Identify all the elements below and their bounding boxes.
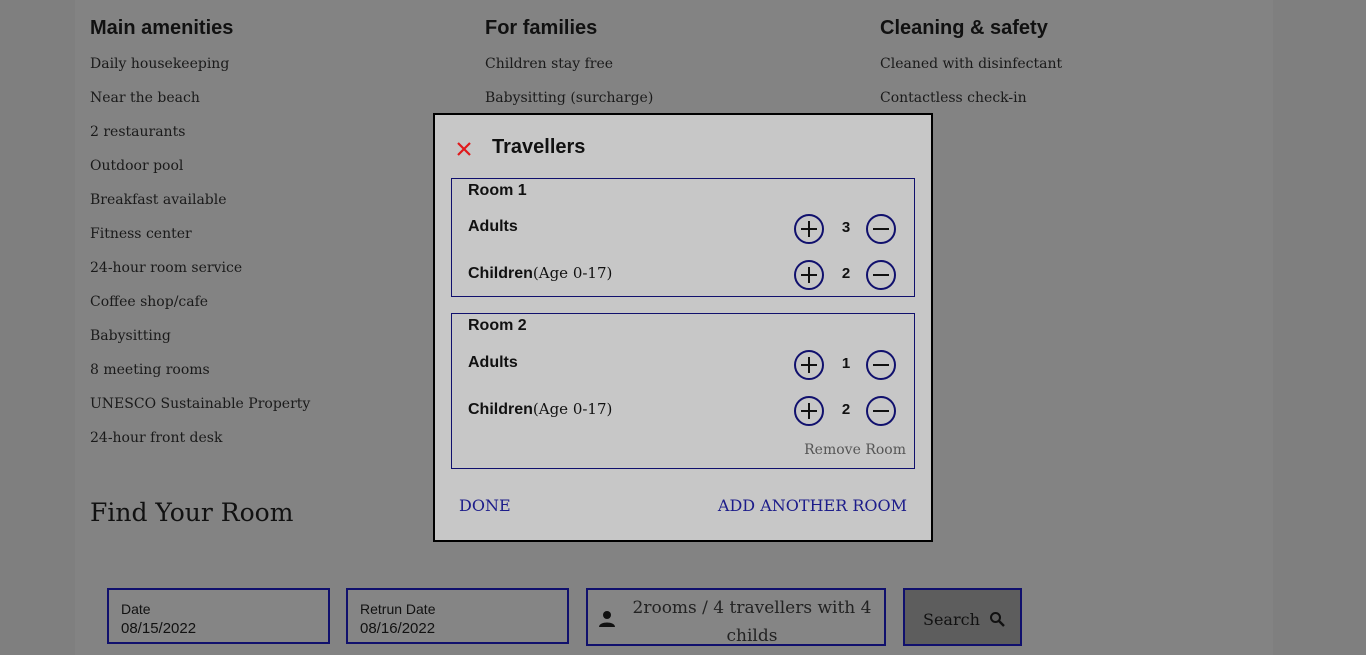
adults-count: 3 [841,219,851,236]
minus-icon [873,228,889,230]
children-label-text: Children [468,265,533,282]
children-row: Children(Age 0-17) 2 [468,394,898,428]
children-count: 2 [841,265,851,282]
decrement-button[interactable] [866,350,896,380]
children-label-text: Children [468,401,533,418]
adults-label: Adults [468,354,518,371]
minus-icon [873,274,889,276]
adults-row: Adults 3 [468,212,898,246]
decrement-button[interactable] [866,214,896,244]
children-age-range: (Age 0-17) [532,264,613,282]
increment-button[interactable] [794,350,824,380]
room-card: Room 2 Adults 1 Children(Age 0-17) 2 Rem… [451,313,915,469]
adults-count: 1 [841,355,851,372]
decrement-button[interactable] [866,260,896,290]
travellers-modal: Travellers Room 1 Adults 3 Children(Age … [433,113,933,542]
add-another-room-button[interactable]: ADD ANOTHER ROOM [718,496,907,515]
done-button[interactable]: DONE [459,496,511,515]
adults-label: Adults [468,218,518,235]
children-label: Children(Age 0-17) [468,400,612,419]
minus-icon [873,364,889,366]
plus-icon [801,221,817,237]
close-icon[interactable] [455,140,473,158]
plus-icon [801,403,817,419]
children-label: Children(Age 0-17) [468,264,612,283]
remove-room-link[interactable]: Remove Room [804,442,906,458]
increment-button[interactable] [794,214,824,244]
room-title: Room 2 [468,317,527,334]
children-age-range: (Age 0-17) [532,400,613,418]
increment-button[interactable] [794,396,824,426]
room-card: Room 1 Adults 3 Children(Age 0-17) 2 [451,178,915,297]
children-count: 2 [841,401,851,418]
children-row: Children(Age 0-17) 2 [468,258,898,292]
plus-icon [801,357,817,373]
room-title: Room 1 [468,182,527,199]
minus-icon [873,410,889,412]
plus-icon [801,267,817,283]
increment-button[interactable] [794,260,824,290]
decrement-button[interactable] [866,396,896,426]
modal-title: Travellers [492,136,586,158]
adults-row: Adults 1 [468,348,898,382]
